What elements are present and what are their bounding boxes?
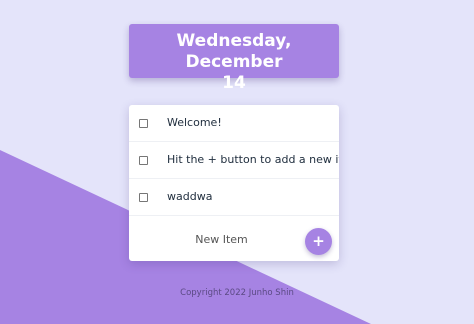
todo-item: Hit the + button to add a new item xyxy=(129,142,339,179)
add-item-button[interactable]: + xyxy=(305,228,332,255)
todo-item-label: waddwa xyxy=(167,190,213,203)
todo-item: waddwa xyxy=(129,179,339,216)
new-item-input[interactable] xyxy=(129,222,314,256)
date-weekday-month: Wednesday, December xyxy=(176,31,292,72)
copyright-footer: Copyright 2022 Junho Shin xyxy=(180,288,294,298)
checkbox-icon[interactable] xyxy=(139,156,148,165)
plus-icon: + xyxy=(312,232,325,250)
checkbox-icon[interactable] xyxy=(139,119,148,128)
date-header: Wednesday, December 14 xyxy=(129,24,339,93)
todo-item-label: Hit the + button to add a new item xyxy=(167,153,339,166)
date-day: 14 xyxy=(222,73,246,93)
todo-item: Welcome! xyxy=(129,105,339,142)
todo-card: Welcome! Hit the + button to add a new i… xyxy=(129,105,339,261)
checkbox-icon[interactable] xyxy=(139,193,148,202)
todo-item-label: Welcome! xyxy=(167,116,222,129)
